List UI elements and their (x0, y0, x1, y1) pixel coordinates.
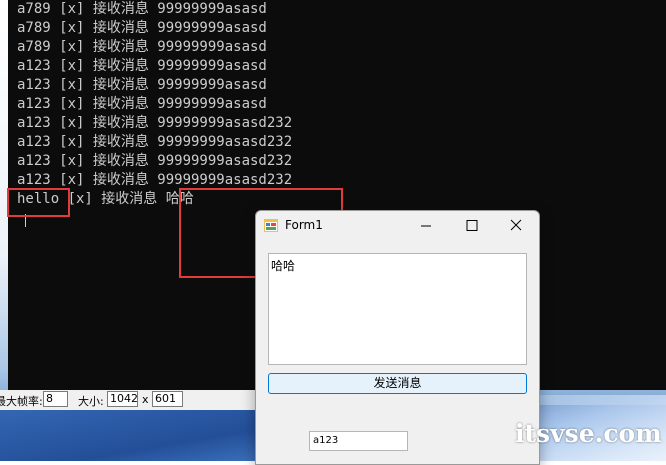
console-output: a789 [x] 接收消息 99999999asasd a789 [x] 接收消… (17, 0, 292, 209)
console-line: a123 [x] 接收消息 99999999asasd (17, 77, 267, 93)
highlight-box-sender (7, 188, 70, 217)
app-icon (264, 219, 278, 232)
minimize-icon[interactable] (403, 211, 449, 241)
title-bar[interactable]: Form1 (256, 211, 539, 241)
console-line: a123 [x] 接收消息 99999999asasd232 (17, 153, 293, 169)
message-text: 哈哈 (271, 259, 296, 273)
console-line: a789 [x] 接收消息 99999999asasd (17, 1, 267, 17)
times-label: x (142, 393, 149, 406)
window-title: Form1 (285, 218, 323, 232)
fps-label: 最大帧率: (0, 395, 43, 408)
user-input[interactable]: a123 (309, 431, 408, 451)
maximize-icon[interactable] (449, 211, 495, 241)
console-line: a789 [x] 接收消息 99999999asasd (17, 20, 267, 36)
console-line: a123 [x] 接收消息 99999999asasd232 (17, 134, 293, 150)
capture-toolbar: 最大帧率: 8 大小: 1042 x 601 (0, 390, 258, 410)
size-label: 大小: (78, 395, 104, 408)
width-input[interactable]: 1042 (107, 391, 138, 407)
watermark: itsvse.com (515, 419, 662, 448)
console-line: a123 [x] 接收消息 99999999asasd (17, 58, 267, 74)
form1-window[interactable]: Form1 哈哈 发送消息 a123 (255, 210, 540, 465)
height-input[interactable]: 601 (152, 391, 183, 407)
close-icon[interactable] (493, 211, 539, 241)
fps-input[interactable]: 8 (43, 391, 68, 407)
console-line: a123 [x] 接收消息 99999999asasd (17, 96, 267, 112)
console-line: a789 [x] 接收消息 99999999asasd (17, 39, 267, 55)
message-textarea[interactable]: 哈哈 (268, 253, 527, 365)
send-message-button[interactable]: 发送消息 (268, 373, 527, 394)
console-line: a123 [x] 接收消息 99999999asasd232 (17, 115, 293, 131)
